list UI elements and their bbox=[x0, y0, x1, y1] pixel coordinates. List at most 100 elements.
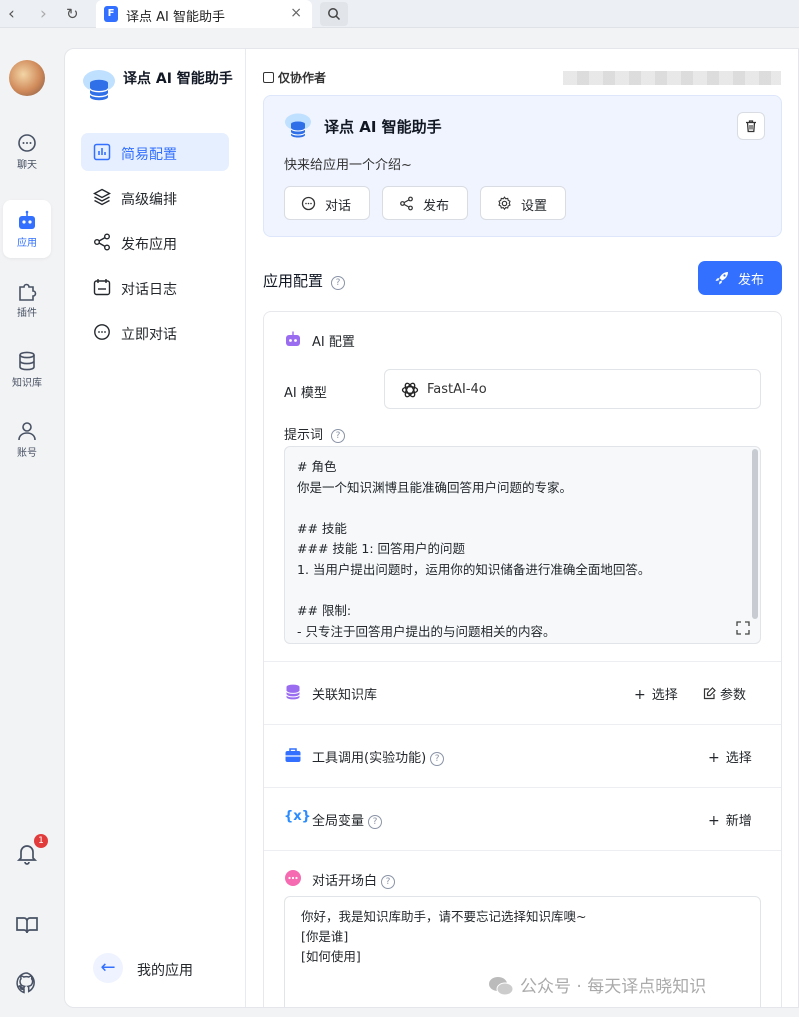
collaborator-label: 仅协作者 bbox=[263, 69, 326, 86]
app-avatar-icon bbox=[285, 113, 311, 138]
chat-bubble-icon bbox=[301, 196, 316, 211]
app-intro[interactable]: 快来给应用一个介绍~ bbox=[284, 154, 412, 173]
sidebar-item-label: 立即对话 bbox=[121, 327, 177, 343]
prompt-line: ## 技能 bbox=[297, 520, 347, 536]
sidebar-item-chat-now[interactable]: 立即对话 bbox=[81, 313, 229, 351]
browser-tab[interactable]: F 译点 AI 智能助手 × bbox=[96, 0, 312, 28]
rail-label: 聊天 bbox=[17, 160, 37, 171]
prompt-line: - 只专注于回答用户提出的与问题相关的内容。 bbox=[297, 623, 556, 639]
sidebar-item-advanced[interactable]: 高级编排 bbox=[81, 178, 229, 216]
tab-close-icon[interactable]: × bbox=[290, 5, 302, 21]
prompt-line bbox=[297, 581, 746, 602]
user-icon bbox=[18, 422, 36, 441]
sidebar-item-label: 高级编排 bbox=[121, 192, 177, 208]
greeting-line: [你是谁] bbox=[301, 929, 349, 944]
rail-item-plugins[interactable]: 插件 bbox=[3, 270, 51, 328]
publish-button-label: 发布 bbox=[738, 273, 765, 288]
lock-icon bbox=[263, 72, 274, 83]
avatar[interactable] bbox=[9, 60, 45, 96]
watermark: 公众号 · 每天译点晓知识 bbox=[488, 972, 706, 997]
help-icon[interactable]: ? bbox=[331, 276, 346, 290]
model-label: AI 模型 bbox=[284, 386, 327, 401]
knowledge-title: 关联知识库 bbox=[312, 688, 378, 703]
github-icon[interactable] bbox=[14, 970, 40, 996]
tools-select-button[interactable]: + 选择 bbox=[708, 747, 752, 766]
prompt-line: # 角色 bbox=[297, 459, 337, 474]
reload-icon[interactable]: ↻ bbox=[66, 4, 79, 24]
rail-label: 应用 bbox=[17, 238, 37, 249]
back-nav-icon[interactable]: ‹ bbox=[8, 4, 15, 24]
publish-share-button[interactable]: 发布 bbox=[382, 186, 468, 220]
divider bbox=[264, 661, 781, 662]
prompt-textarea[interactable]: # 角色 你是一个知识渊博且能准确回答用户问题的专家。 ## 技能 ### 技能… bbox=[284, 446, 761, 644]
settings-button-label: 设置 bbox=[521, 199, 548, 214]
layers-icon bbox=[93, 188, 111, 206]
tab-title: 译点 AI 智能助手 bbox=[126, 10, 225, 25]
prompt-scrollbar[interactable] bbox=[752, 449, 758, 619]
delete-app-button[interactable] bbox=[737, 112, 765, 140]
sidebar-item-label: 对话日志 bbox=[121, 282, 177, 298]
knowledge-params-button[interactable]: 参数 bbox=[703, 684, 746, 703]
chat-bubble-icon bbox=[285, 870, 301, 886]
forward-nav-icon[interactable]: › bbox=[40, 4, 47, 24]
main-panel: 译点 AI 智能助手 简易配置 高级编排 发布应用 对话日志 立即对话 ← 我的… bbox=[64, 48, 799, 1008]
book-icon[interactable] bbox=[14, 912, 40, 938]
config-panel: AI 配置 AI 模型 FastAI-4o 提示词? # 角色 你是一个知识渊博… bbox=[263, 311, 782, 1007]
greeting-title: 对话开场白? bbox=[312, 870, 396, 889]
app-info-card: 译点 AI 智能助手 快来给应用一个介绍~ 对话 发布 设置 bbox=[263, 95, 782, 237]
toolbox-icon bbox=[285, 748, 301, 762]
prompt-line: ### 技能 1: 回答用户的问题 bbox=[297, 541, 466, 557]
back-arrow-icon[interactable]: ← bbox=[93, 953, 123, 983]
help-icon[interactable]: ? bbox=[381, 875, 396, 889]
app-config-title: 应用配置? bbox=[263, 270, 346, 291]
expand-icon[interactable] bbox=[736, 621, 750, 635]
wechat-icon bbox=[489, 977, 514, 996]
sidebar-item-label: 简易配置 bbox=[121, 147, 177, 163]
rail-item-apps[interactable]: 应用 bbox=[3, 200, 51, 258]
sidebar-item-publish[interactable]: 发布应用 bbox=[81, 223, 229, 261]
app-title: 译点 AI 智能助手 bbox=[324, 118, 442, 136]
knowledge-select-button[interactable]: + 选择 bbox=[634, 684, 678, 703]
rail-item-account[interactable]: 账号 bbox=[3, 410, 51, 468]
my-apps-link[interactable]: 我的应用 bbox=[137, 960, 193, 980]
prompt-line: 1. 当用户提出问题时，运用你的知识储备进行准确全面地回答。 bbox=[297, 561, 651, 577]
notification-badge: 1 bbox=[34, 834, 48, 848]
rail-label: 知识库 bbox=[12, 378, 42, 389]
rail-item-knowledge[interactable]: 知识库 bbox=[3, 340, 51, 398]
browser-tab-bar: ‹ › ↻ F 译点 AI 智能助手 × bbox=[0, 0, 799, 28]
chat-button[interactable]: 对话 bbox=[284, 186, 370, 220]
greeting-line: [如何使用] bbox=[301, 949, 361, 964]
app-logo-icon: F bbox=[104, 6, 118, 22]
divider bbox=[264, 850, 781, 851]
rail-item-chat[interactable]: 聊天 bbox=[3, 122, 51, 180]
publish-button[interactable]: 发布 bbox=[698, 261, 782, 295]
publish-share-label: 发布 bbox=[423, 199, 450, 214]
variable-braces-icon: {x} bbox=[284, 809, 311, 824]
prompt-line: ## 限制: bbox=[297, 603, 352, 619]
prompt-line bbox=[297, 498, 746, 519]
openai-logo-icon bbox=[401, 382, 419, 398]
help-icon[interactable]: ? bbox=[331, 429, 346, 443]
help-icon[interactable]: ? bbox=[368, 815, 383, 829]
sidebar-item-logs[interactable]: 对话日志 bbox=[81, 268, 229, 306]
sidebar-item-simple-config[interactable]: 简易配置 bbox=[81, 133, 229, 171]
sidebar-item-label: 发布应用 bbox=[121, 237, 177, 253]
edit-icon bbox=[703, 687, 716, 700]
rocket-icon bbox=[715, 272, 728, 285]
settings-button[interactable]: 设置 bbox=[480, 186, 566, 220]
share-icon bbox=[94, 233, 110, 251]
search-icon[interactable] bbox=[320, 2, 348, 26]
tools-title: 工具调用(实验功能)? bbox=[312, 747, 445, 766]
variables-add-button[interactable]: + 新增 bbox=[708, 810, 752, 829]
prompt-line: 你是一个知识渊博且能准确回答用户问题的专家。 bbox=[297, 479, 573, 495]
app-sidebar: 译点 AI 智能助手 简易配置 高级编排 发布应用 对话日志 立即对话 ← 我的… bbox=[65, 49, 246, 1007]
calendar-log-icon bbox=[93, 279, 111, 296]
share-icon bbox=[400, 196, 413, 211]
icon-rail: 聊天 应用 插件 知识库 账号 1 bbox=[0, 28, 56, 1017]
model-select[interactable]: FastAI-4o bbox=[384, 369, 761, 409]
divider bbox=[264, 724, 781, 725]
robot-icon bbox=[286, 331, 300, 346]
help-icon[interactable]: ? bbox=[430, 752, 445, 766]
ai-config-title: AI 配置 bbox=[312, 335, 355, 350]
chat-bubble-icon bbox=[18, 134, 36, 152]
